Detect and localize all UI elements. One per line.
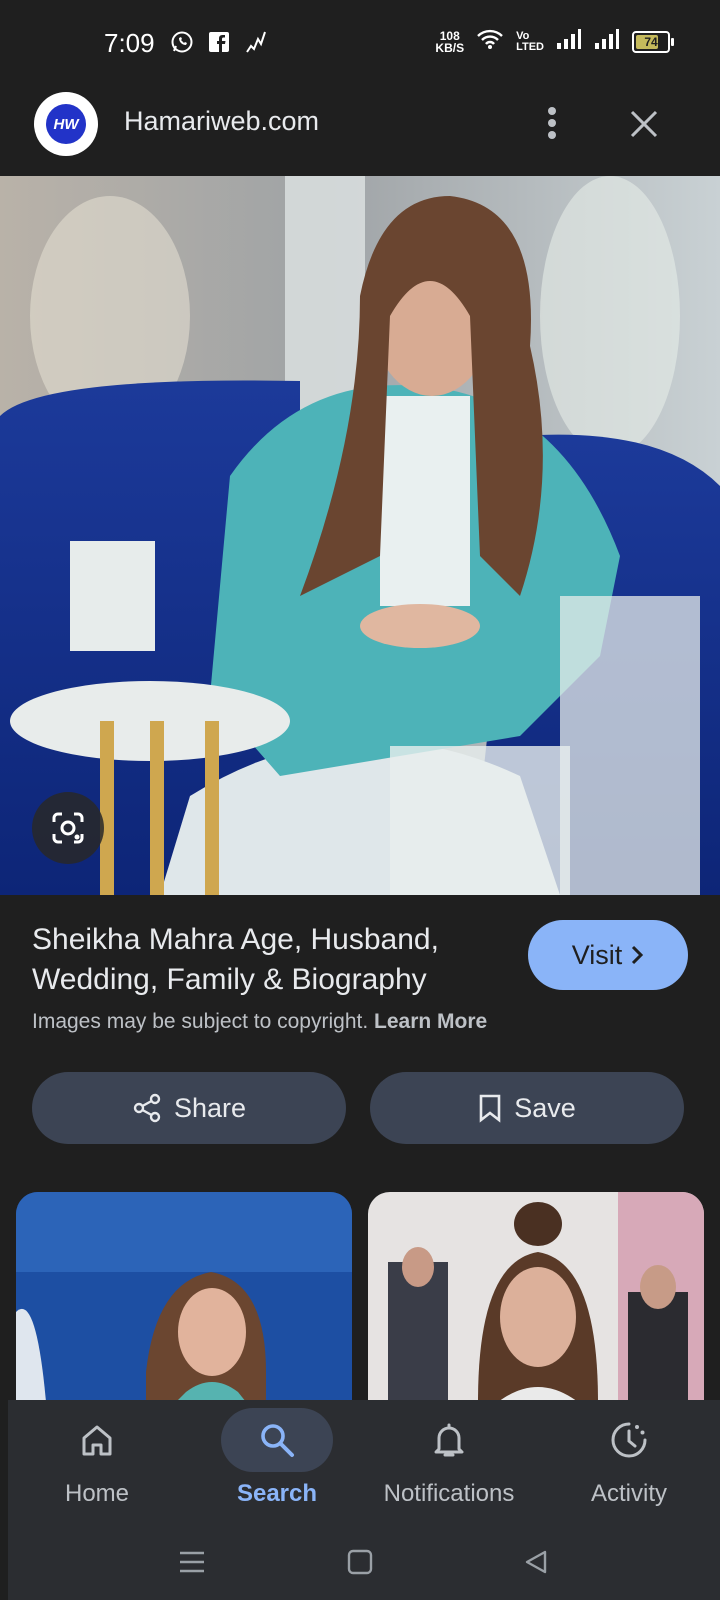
share-icon xyxy=(133,1093,161,1123)
bell-icon xyxy=(434,1423,464,1457)
save-label: Save xyxy=(514,1092,576,1123)
nav-icon-container xyxy=(393,1408,505,1472)
nav-search-label: Search xyxy=(236,1480,318,1507)
volte-top: Vo xyxy=(516,29,530,42)
nav-icon-container xyxy=(573,1408,685,1472)
battery-icon: 74 xyxy=(632,30,674,53)
nav-icon-container xyxy=(221,1408,333,1472)
home-icon xyxy=(82,1425,112,1456)
status-right-icons: 108 KB/S Vo LTED 74 xyxy=(435,28,674,55)
volte-bottom: LTED xyxy=(516,40,544,53)
google-lens-icon xyxy=(52,812,84,844)
related-image-graphic xyxy=(368,1192,704,1402)
wifi-icon xyxy=(476,28,504,55)
related-image-thumbnail[interactable] xyxy=(16,1192,352,1402)
whatsapp-icon xyxy=(170,30,194,59)
more-vert-icon xyxy=(548,107,556,139)
close-icon xyxy=(630,110,658,138)
more-options-button[interactable] xyxy=(536,100,568,146)
square-icon xyxy=(347,1549,373,1575)
bottom-navigation: Home Search Notifications Activity xyxy=(8,1400,720,1524)
result-title[interactable]: Sheikha Mahra Age, Husband, Wedding, Fam… xyxy=(32,920,502,1000)
nav-activity[interactable]: Activity xyxy=(544,1408,714,1518)
visit-button[interactable]: Visit xyxy=(528,920,688,990)
visit-label: Visit xyxy=(571,939,623,970)
signal-bars-icon xyxy=(556,28,582,55)
save-button[interactable]: Save xyxy=(370,1072,684,1144)
nav-notifications-label: Notifications xyxy=(383,1480,515,1507)
net-speed: 108 KB/S xyxy=(435,30,464,54)
learn-more-link[interactable]: Learn More xyxy=(374,1010,487,1033)
status-bar: 7:09 108 KB/S Vo LTED 74 xyxy=(0,0,720,88)
volte-indicator: Vo LTED xyxy=(516,29,544,53)
battery-level: 74 xyxy=(644,34,658,49)
top-app-bar: HW Hamariweb.com xyxy=(0,88,720,176)
signal-activity-icon xyxy=(244,30,268,59)
close-button[interactable] xyxy=(622,102,666,146)
main-image-graphic xyxy=(0,176,720,895)
nav-home-label: Home xyxy=(64,1480,130,1507)
back-system-button[interactable] xyxy=(516,1544,556,1580)
copyright-text: Images may be subject to copyright. xyxy=(32,1010,369,1033)
main-image[interactable] xyxy=(0,176,720,895)
recent-apps-button[interactable] xyxy=(172,1544,212,1580)
facebook-icon xyxy=(208,31,230,58)
status-time: 7:09 xyxy=(104,28,155,58)
bookmark-icon xyxy=(479,1094,501,1123)
status-left-icons xyxy=(170,30,268,59)
menu-icon xyxy=(180,1551,204,1573)
nav-notifications[interactable]: Notifications xyxy=(364,1408,534,1518)
signal-bars-icon xyxy=(594,28,620,55)
home-system-button[interactable] xyxy=(340,1544,380,1580)
nav-search[interactable]: Search xyxy=(192,1408,362,1518)
net-speed-value: 108 xyxy=(439,28,460,43)
site-logo[interactable]: HW xyxy=(34,92,98,156)
site-name[interactable]: Hamariweb.com xyxy=(124,106,319,137)
system-navigation-bar xyxy=(8,1524,720,1600)
share-label: Share xyxy=(173,1092,247,1123)
chevron-right-icon xyxy=(632,945,644,965)
search-icon xyxy=(261,1424,294,1457)
nav-icon-container xyxy=(41,1408,153,1472)
activity-icon xyxy=(611,1422,647,1458)
nav-home[interactable]: Home xyxy=(12,1408,182,1518)
nav-activity-label: Activity xyxy=(590,1480,667,1507)
related-image-thumbnail[interactable] xyxy=(368,1192,704,1402)
back-triangle-icon xyxy=(525,1550,547,1574)
share-button[interactable]: Share xyxy=(32,1072,346,1144)
related-image-graphic xyxy=(16,1192,352,1402)
google-lens-button[interactable] xyxy=(32,792,104,864)
site-logo-text: HW xyxy=(46,104,86,144)
copyright-notice: Images may be subject to copyright. Lear… xyxy=(32,1010,487,1034)
net-speed-unit: KB/S xyxy=(435,40,465,55)
